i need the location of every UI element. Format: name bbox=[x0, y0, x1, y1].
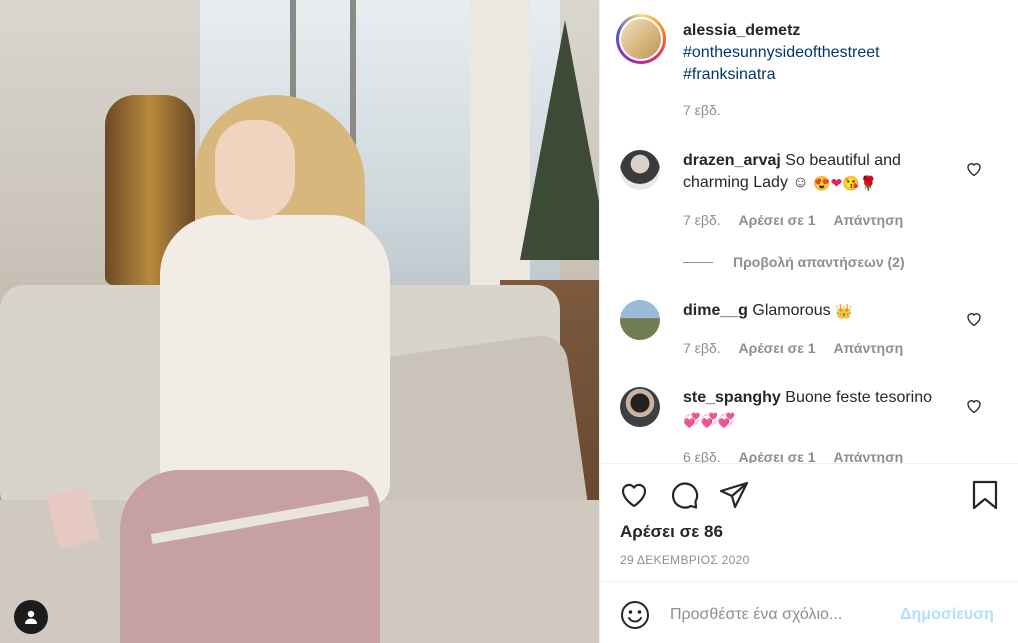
post-photo[interactable] bbox=[0, 0, 599, 643]
like-comment-heart-icon[interactable] bbox=[965, 397, 983, 415]
commenter-avatar[interactable] bbox=[620, 300, 660, 340]
like-comment-heart-icon[interactable] bbox=[965, 160, 983, 178]
view-replies-button[interactable]: Προβολή απαντήσεων (2) bbox=[683, 254, 905, 270]
comment-time[interactable]: 7 εβδ. bbox=[683, 340, 721, 356]
emoji-picker-icon[interactable] bbox=[620, 600, 650, 630]
comment-text: Glamorous bbox=[752, 302, 831, 319]
commenter-avatar[interactable] bbox=[620, 387, 660, 427]
comments-list[interactable]: alessia_demetz #onthesunnysideofthestree… bbox=[600, 0, 1018, 463]
comment-likes[interactable]: Αρέσει σε 1 bbox=[739, 449, 816, 463]
divider-line bbox=[683, 261, 713, 263]
comment-icon[interactable] bbox=[668, 479, 700, 511]
comment-meta: 7 εβδ. Αρέσει σε 1 Απάντηση bbox=[683, 212, 917, 228]
emoji: 😍 bbox=[813, 174, 831, 191]
emoji: 💞 bbox=[683, 411, 701, 428]
emoji: 💞 bbox=[700, 411, 718, 428]
comment-meta: 7 εβδ. Αρέσει σε 1 Απάντηση bbox=[683, 340, 917, 356]
reply-button[interactable]: Απάντηση bbox=[833, 340, 903, 356]
photo-person bbox=[160, 215, 390, 505]
add-comment-bar: Δημοσίευση bbox=[600, 581, 1018, 643]
author-avatar[interactable] bbox=[616, 14, 666, 64]
emoji: 👑 bbox=[835, 302, 853, 319]
comment-input[interactable] bbox=[670, 602, 885, 628]
tagged-user-button[interactable] bbox=[14, 600, 48, 634]
comment-text: Buone feste tesorino bbox=[785, 389, 933, 406]
hashtag-link[interactable]: #franksinatra bbox=[683, 64, 983, 86]
post-date[interactable]: 29 ΔΕΚΕΜΒΡΙΟΣ 2020 bbox=[620, 553, 750, 567]
user-icon bbox=[25, 610, 37, 624]
comment-likes[interactable]: Αρέσει σε 1 bbox=[739, 212, 816, 228]
post-comment-button[interactable]: Δημοσίευση bbox=[900, 606, 994, 624]
view-replies-label: Προβολή απαντήσεων (2) bbox=[733, 254, 905, 270]
post-side-panel: alessia_demetz #onthesunnysideofthestree… bbox=[599, 0, 1018, 643]
comment-time[interactable]: 6 εβδ. bbox=[683, 449, 721, 463]
like-heart-icon[interactable] bbox=[618, 479, 650, 511]
comment-meta: 6 εβδ. Αρέσει σε 1 Απάντηση bbox=[683, 449, 917, 463]
commenter-username[interactable]: dime__g bbox=[683, 302, 748, 319]
likes-count[interactable]: Αρέσει σε 86 bbox=[620, 522, 723, 542]
bookmark-icon[interactable] bbox=[969, 479, 1001, 511]
share-icon[interactable] bbox=[718, 479, 750, 511]
commenter-avatar[interactable] bbox=[620, 150, 660, 190]
author-username[interactable]: alessia_demetz bbox=[683, 22, 800, 39]
post-dialog: alessia_demetz #onthesunnysideofthestree… bbox=[0, 0, 1018, 643]
reply-button[interactable]: Απάντηση bbox=[833, 449, 903, 463]
photo-christmas-tree bbox=[520, 20, 599, 260]
emoji: 💞 bbox=[717, 411, 736, 428]
post-actions: Αρέσει σε 86 29 ΔΕΚΕΜΒΡΙΟΣ 2020 bbox=[600, 463, 1018, 581]
comment-time[interactable]: 7 εβδ. bbox=[683, 212, 721, 228]
commenter-username[interactable]: ste_spanghy bbox=[683, 389, 781, 406]
comment-likes[interactable]: Αρέσει σε 1 bbox=[739, 340, 816, 356]
reply-button[interactable]: Απάντηση bbox=[833, 212, 903, 228]
emoji: ❤ bbox=[830, 174, 843, 191]
like-comment-heart-icon[interactable] bbox=[965, 310, 983, 328]
hashtag-link[interactable]: #onthesunnysideofthestreet bbox=[683, 42, 983, 64]
post-caption: alessia_demetz #onthesunnysideofthestree… bbox=[683, 20, 983, 86]
commenter-username[interactable]: drazen_arvaj bbox=[683, 152, 781, 169]
emoji: 🌹 bbox=[859, 174, 878, 191]
post-time[interactable]: 7 εβδ. bbox=[683, 102, 721, 118]
emoji: 😘 bbox=[842, 174, 860, 191]
